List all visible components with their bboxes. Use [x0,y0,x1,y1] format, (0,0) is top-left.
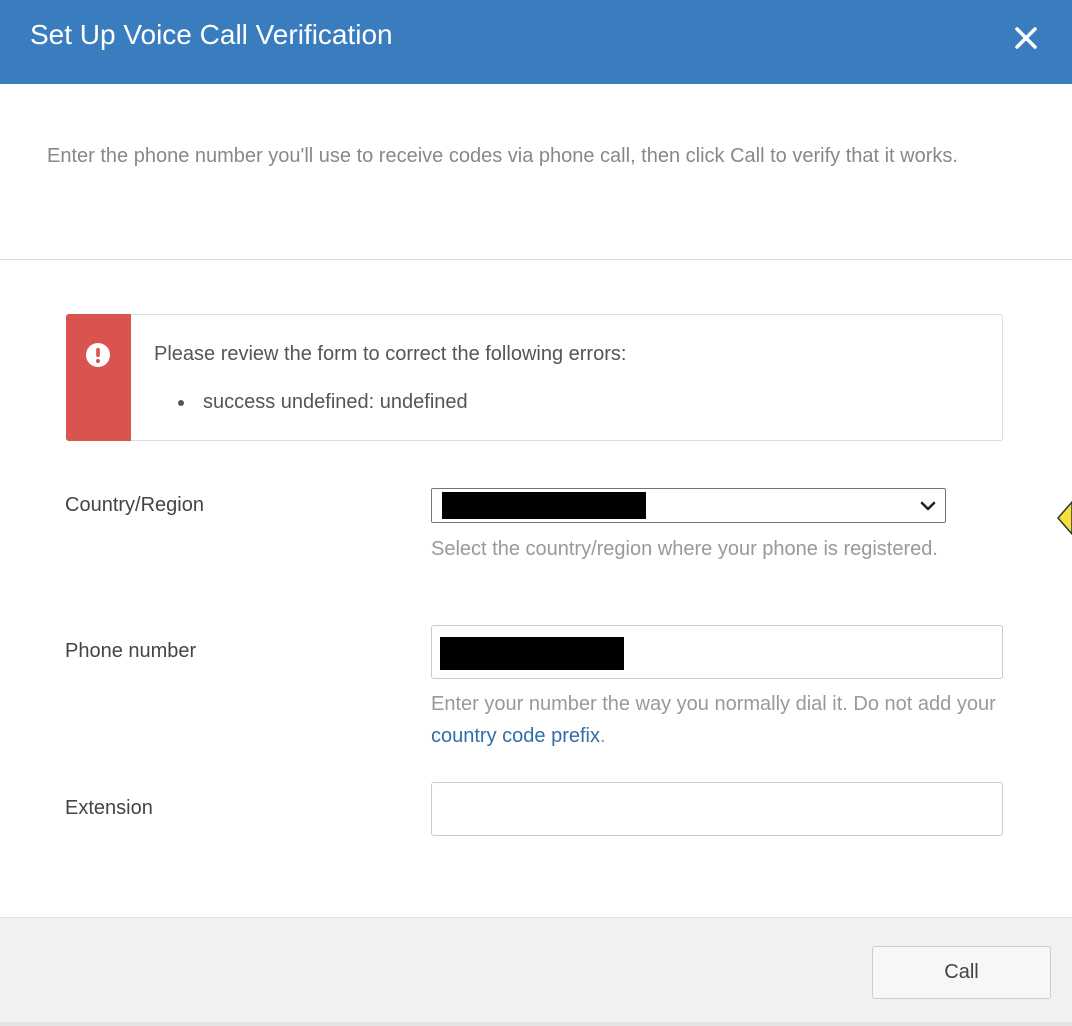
dialog-footer: Call [0,917,1072,1026]
dialog-header: Set Up Voice Call Verification [0,0,1072,84]
phone-help-suffix: . [599,725,606,747]
extension-input[interactable] [432,783,1002,835]
close-button[interactable] [1003,18,1049,64]
divider [0,259,1072,260]
close-icon [1015,27,1037,49]
call-button[interactable]: Call [872,946,1051,999]
extension-label: Extension [65,797,153,819]
extension-field-wrapper [431,782,1003,836]
dialog-title: Set Up Voice Call Verification [30,19,393,50]
country-region-help: Select the country/region where your pho… [431,538,938,560]
phone-number-label: Phone number [65,640,197,662]
phone-help-text: Enter your number the way you normally d… [431,693,996,715]
bottom-edge [0,1022,1072,1026]
alert-color-bar [66,314,131,441]
alert-heading: Please review the form to correct the fo… [154,343,627,365]
country-code-prefix-link[interactable]: country code prefix [431,725,600,747]
dialog-intro: Enter the phone number you'll use to rec… [47,145,958,167]
exclamation-circle-icon [86,343,110,367]
pointer-diamond-icon [1057,500,1072,536]
phone-number-help: Enter your number the way you normally d… [431,688,1021,752]
alert-error-list: success undefined: undefined [154,388,468,416]
country-region-select[interactable] [431,488,946,523]
error-alert: Please review the form to correct the fo… [66,314,1003,441]
phone-number-field[interactable] [431,625,1003,679]
redacted-country-value [442,492,646,519]
alert-error-item: success undefined: undefined [154,388,468,416]
redacted-phone-value [440,637,624,670]
country-region-label: Country/Region [65,494,204,516]
chevron-down-icon [920,501,936,511]
